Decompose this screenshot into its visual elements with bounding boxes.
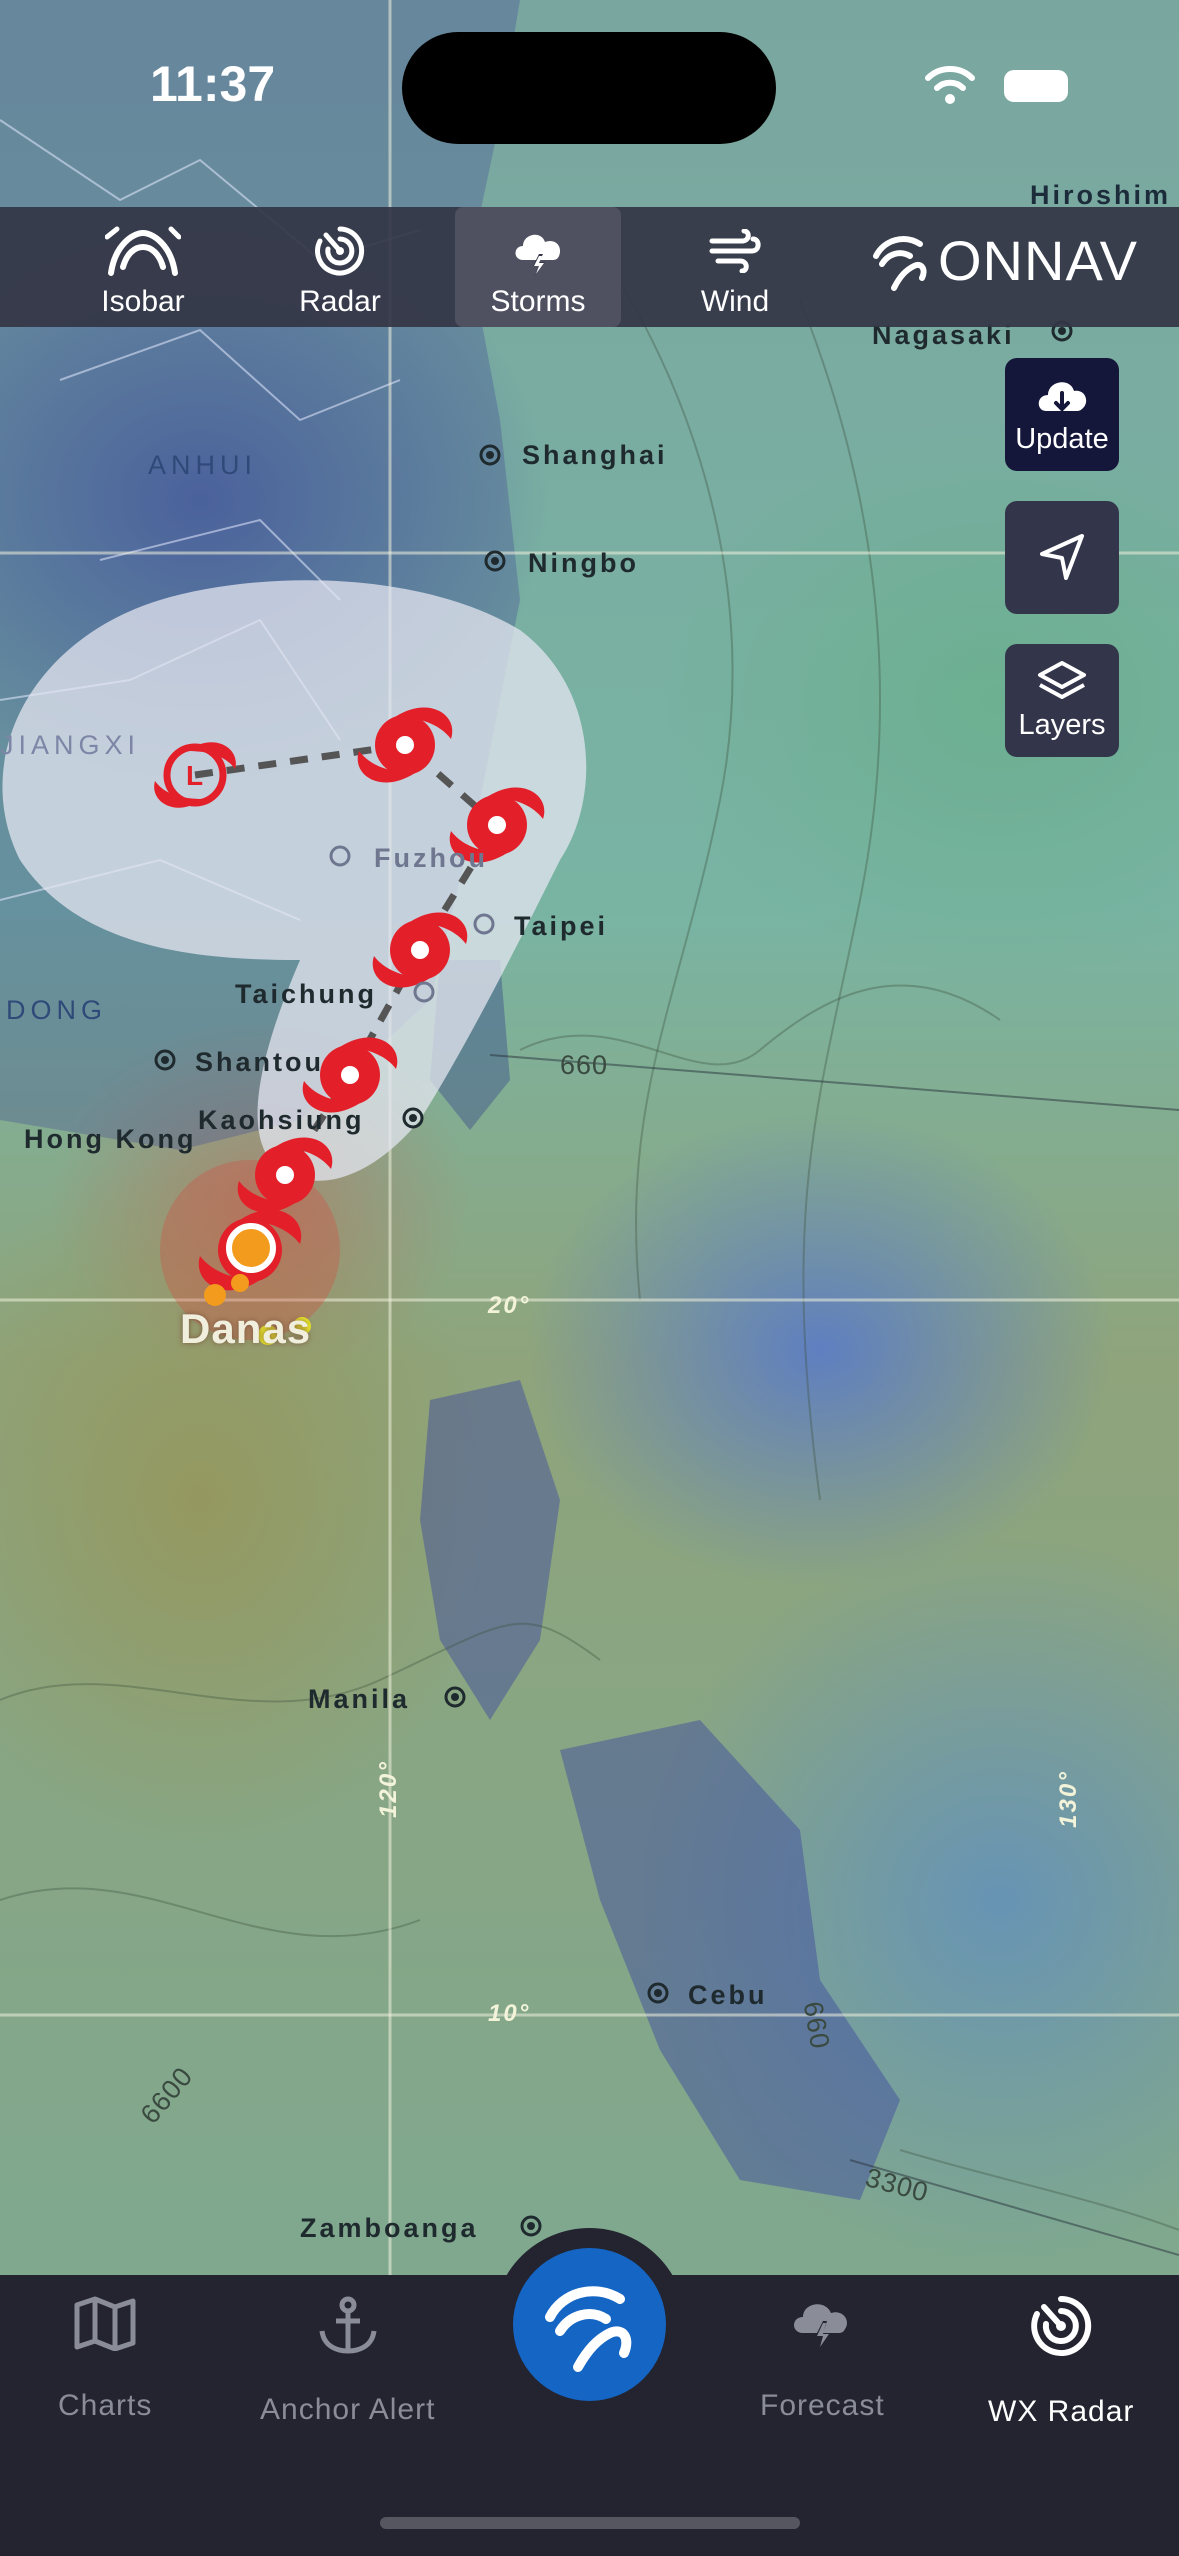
isobar-icon [105,226,181,276]
city-label-cebu: Cebu [688,1980,768,2010]
onnav-logo-icon [544,2285,631,2372]
tab-forecast[interactable]: Forecast [760,2295,885,2423]
grid-label-130: 130° [1054,1770,1082,1828]
tab-forecast-label: Forecast [760,2389,885,2422]
locate-button[interactable] [1005,501,1119,614]
weather-map[interactable]: L Hiroshim Nagasaki ANHUI Shanghai Ningb… [0,0,1179,2275]
tab-charts[interactable]: Charts [58,2295,152,2423]
city-label-zamboanga: Zamboanga [300,2213,479,2243]
storm-name-label: Danas [180,1305,312,1352]
city-label-kaohsiung: Kaohsiung [198,1105,365,1135]
battery-icon [1004,70,1068,102]
storms-button[interactable]: Storms [455,207,621,327]
svg-text:L: L [186,760,203,791]
cloud-download-icon [1038,382,1087,412]
grid-label-20: 20° [488,1292,531,1319]
city-label-ningbo: Ningbo [528,548,639,578]
city-label-hong-kong: Hong Kong [24,1124,197,1154]
storms-label: Storms [490,285,586,318]
update-button[interactable]: Update [1005,358,1119,471]
city-label-manila: Manila [308,1684,411,1714]
layers-icon [1038,661,1086,699]
city-label-taipei: Taipei [514,911,609,941]
map-icon [74,2296,136,2351]
region-label-jiangxi: JIANGXI [0,730,141,760]
storm-cloud-icon [515,234,561,276]
city-label-shanghai: Shanghai [522,440,668,470]
wifi-icon [925,66,975,104]
city-label-shantou: Shantou [195,1047,324,1077]
brand-name: ONNAV [938,229,1138,292]
anchor-icon [319,2296,377,2354]
status-time: 11:37 [150,56,276,112]
radar-icon [315,226,365,276]
contour-label: 660 [560,1050,609,1080]
current-position-marker [226,1223,276,1273]
city-label-taichung: Taichung [235,979,377,1009]
wind-label: Wind [700,285,770,318]
tab-anchor-alert[interactable]: Anchor Alert [260,2295,435,2427]
onnav-brand-logo: ONNAV [870,228,1138,293]
onnav-logo-icon [873,235,927,291]
onnav-center-button[interactable] [513,2248,666,2401]
grid-label-120: 120° [374,1760,402,1818]
tab-charts-label: Charts [58,2389,153,2422]
wind-icon [709,229,761,273]
city-label-fuzhou: Fuzhou [374,843,488,873]
radar-icon [1031,2295,1092,2356]
radar-button[interactable]: Radar [255,207,425,327]
tab-wx-radar-label: WX Radar [988,2395,1135,2428]
dynamic-island [402,32,776,144]
location-arrow-icon [1040,533,1084,580]
storm-cloud-icon [794,2304,848,2351]
update-label: Update [1015,423,1109,455]
isobar-label: Isobar [101,285,185,318]
isobar-button[interactable]: Isobar [58,207,228,327]
home-indicator [380,2517,800,2529]
tab-anchor-alert-label: Anchor Alert [260,2393,436,2426]
tab-wx-radar[interactable]: WX Radar [988,2295,1134,2429]
region-label-anhui: ANHUI [148,450,258,480]
radar-label: Radar [299,285,381,318]
layers-label: Layers [1018,709,1106,741]
layers-button[interactable]: Layers [1005,644,1119,757]
region-label-dong: DONG [6,995,107,1025]
grid-label-10: 10° [488,2000,531,2027]
wind-button[interactable]: Wind [650,207,820,327]
